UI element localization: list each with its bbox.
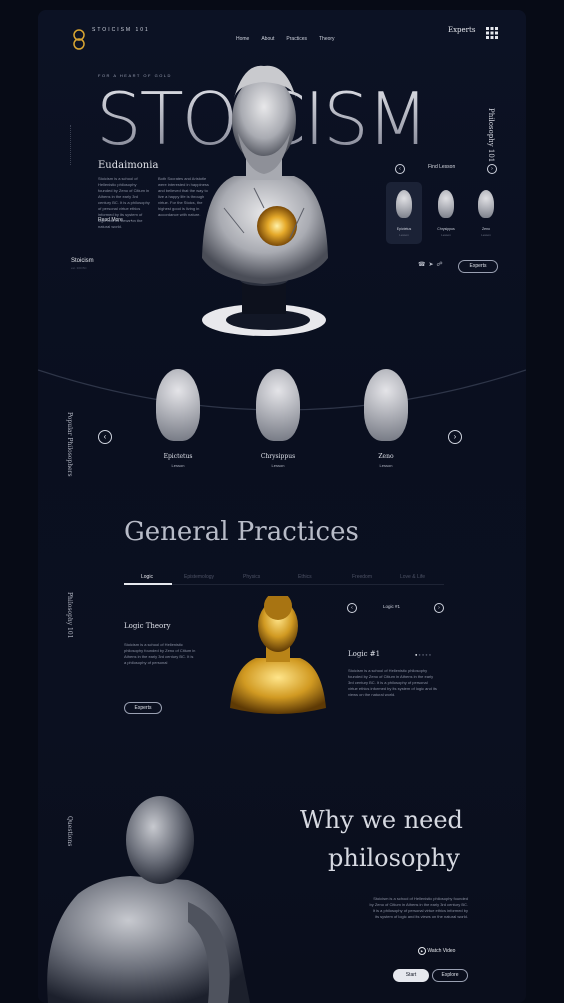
- lesson-card-2[interactable]: Chrysippus Lesson: [428, 182, 464, 244]
- logic-prev-button[interactable]: ‹: [347, 603, 357, 613]
- tab-ethics[interactable]: Ethics: [298, 574, 312, 580]
- grid-menu-icon[interactable]: [486, 26, 498, 39]
- main-nav: Home About Practices Theory: [236, 27, 347, 45]
- epictetus-thumb: [396, 190, 412, 218]
- logic-pager-dots: ●●●●●: [415, 652, 432, 657]
- lesson-card-1[interactable]: Epictetus Lesson: [386, 182, 422, 244]
- watch-video-link[interactable]: ▶ Watch Video: [418, 947, 455, 955]
- nav-home[interactable]: Home: [236, 36, 249, 42]
- page: STOICISM 101 Home About Practices Theory Ex…: [38, 10, 526, 1003]
- popular-item-3-name: Zeno: [378, 453, 394, 460]
- lesson-card-3-name: Zeno: [482, 227, 490, 231]
- watch-video-label: Watch Video: [427, 948, 456, 954]
- lesson-card-2-tag: Lesson: [441, 233, 451, 237]
- logic-theory-title: Logic Theory: [124, 622, 171, 630]
- hero-subtitle: Eudaimonia: [98, 160, 159, 171]
- zeno-thumb: [478, 190, 494, 218]
- send-icon[interactable]: ➤: [428, 262, 436, 268]
- lesson-next-button[interactable]: ›: [487, 164, 497, 174]
- practices-experts-button[interactable]: Experts: [124, 702, 162, 714]
- nav-theory[interactable]: Theory: [319, 36, 335, 42]
- nav-practices[interactable]: Practices: [286, 36, 307, 42]
- tab-love-life[interactable]: Love & Life: [400, 574, 425, 580]
- popular-item-1[interactable]: Epictetus Lesson: [148, 365, 208, 475]
- popular-item-3[interactable]: Zeno Lesson: [356, 365, 416, 475]
- popular-item-1-name: Epictetus: [163, 453, 193, 460]
- arrow-right-icon: →: [128, 217, 134, 223]
- logic-theory-text: Stoicism is a school of Hellenistic phil…: [124, 642, 196, 665]
- explore-button[interactable]: Explore: [432, 969, 468, 982]
- logic-nav-label: Logic #1: [383, 604, 401, 609]
- popular-prev-button[interactable]: ‹: [98, 430, 112, 444]
- chrysippus-bust: [256, 369, 300, 441]
- logo-icon: [73, 29, 85, 50]
- chrysippus-thumb: [438, 190, 454, 218]
- logo-text: STOICISM 101: [92, 27, 150, 33]
- hero-experts-button[interactable]: Experts: [458, 260, 498, 273]
- lesson-card-1-tag: Lesson: [399, 233, 409, 237]
- read-more-link[interactable]: Read More →: [98, 217, 133, 223]
- popular-item-3-tag: Lesson: [379, 463, 393, 468]
- share-icon[interactable]: ☍: [437, 262, 446, 268]
- practices-side-label: Philosophy 101: [66, 592, 73, 639]
- why-title-line1: Why we need: [300, 806, 463, 834]
- hero-left-label: Stoicism: [71, 258, 94, 264]
- start-button[interactable]: Start: [393, 969, 429, 982]
- lesson-prev-button[interactable]: ‹: [395, 164, 405, 174]
- popular-item-2[interactable]: Chrysippus Lesson: [248, 365, 308, 475]
- tab-logic[interactable]: Logic: [141, 574, 153, 580]
- nav-about[interactable]: About: [261, 36, 274, 42]
- tab-active-underline: [124, 583, 172, 585]
- lesson-card-2-name: Chrysippus: [437, 227, 455, 231]
- pager-dot[interactable]: ●: [429, 652, 432, 657]
- lesson-card-3[interactable]: Zeno Lesson: [468, 182, 504, 244]
- header-experts-link[interactable]: Experts: [448, 26, 475, 34]
- tab-freedom[interactable]: Freedom: [352, 574, 372, 580]
- popular-item-2-name: Chrysippus: [260, 453, 296, 460]
- find-lesson-label: Find Lesson: [428, 164, 456, 170]
- why-text: Stoicism is a school of Hellenistic phil…: [369, 896, 469, 919]
- play-icon: ▶: [418, 947, 426, 955]
- gold-bust: [226, 592, 330, 720]
- social-icons: ☎➤☍: [418, 261, 446, 268]
- logic-card-title: Logic #1: [348, 650, 381, 658]
- why-title-line2: philosophy: [328, 844, 460, 872]
- popular-item-2-tag: Lesson: [271, 463, 285, 468]
- phone-icon[interactable]: ☎: [418, 262, 428, 268]
- hercules-statue: [38, 782, 278, 1003]
- practices-tabs: Logic Epistemology Physics Ethics Freedo…: [124, 570, 444, 585]
- lesson-card-1-name: Epictetus: [396, 227, 412, 231]
- hero-side-label: Philosophy 101: [487, 108, 495, 163]
- tab-epistemology[interactable]: Epistemology: [184, 574, 214, 580]
- popular-item-1-tag: Lesson: [171, 463, 185, 468]
- zeno-bust: [364, 369, 408, 441]
- logo[interactable]: [70, 28, 88, 50]
- popular-side-label: Popular Philosophers: [66, 412, 73, 477]
- read-more-label: Read More: [98, 217, 123, 223]
- hero-bust: [194, 58, 334, 343]
- popular-next-button[interactable]: ›: [448, 430, 462, 444]
- hero-left-sub: est. 300 BC: [71, 266, 87, 270]
- lesson-card-3-tag: Lesson: [481, 233, 491, 237]
- practices-title: General Practices: [124, 517, 359, 547]
- epictetus-bust: [156, 369, 200, 441]
- logic-next-button[interactable]: ›: [434, 603, 444, 613]
- hero-left-ticks: [70, 125, 75, 165]
- logic-card-text: Stoicism is a school of Hellenistic phil…: [348, 668, 437, 697]
- tab-physics[interactable]: Physics: [243, 574, 260, 580]
